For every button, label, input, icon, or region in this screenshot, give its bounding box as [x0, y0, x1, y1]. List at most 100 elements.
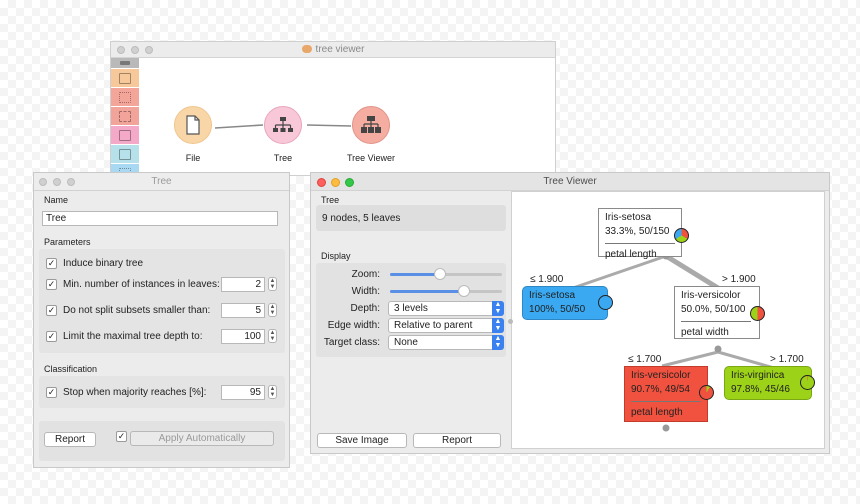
min-instances-value[interactable]: 2 [221, 276, 265, 292]
stop-majority-value[interactable]: 95 [221, 384, 265, 400]
setosa-class: Iris-setosa [529, 290, 576, 301]
min-instances-spinbox[interactable]: 2 ▲ ▼ [221, 276, 277, 292]
report-button[interactable]: Report [413, 433, 501, 448]
edge-versicolor-versicolor2 [661, 350, 719, 368]
depth-select[interactable]: 3 levels ▲ ▼ [388, 301, 504, 316]
max-depth-spinbox[interactable]: 100 ▲ ▼ [221, 328, 277, 344]
min-split-row[interactable]: ✓ Do not split subsets smaller than: [46, 302, 210, 318]
file-icon [174, 106, 212, 144]
edge-label-le-1-7: ≤ 1.700 [628, 354, 662, 365]
setosa-stats: 100%, 50/50 [529, 304, 586, 315]
edge-width-value: Relative to parent [394, 320, 473, 331]
name-section-label: Name [44, 195, 69, 205]
stop-majority-row[interactable]: ✓ Stop when majority reaches [%]: [46, 384, 206, 400]
max-depth-stepper-icon[interactable]: ▲ ▼ [268, 329, 277, 343]
versicolor2-class: Iris-versicolor [631, 370, 691, 381]
depth-value: 3 levels [394, 303, 428, 314]
zoom-slider-fill [390, 273, 440, 276]
parameters-section-label: Parameters [44, 237, 91, 247]
stop-majority-stepper-icon[interactable]: ▲ ▼ [268, 385, 277, 399]
save-image-button[interactable]: Save Image [317, 433, 407, 448]
tree-node-versicolor[interactable]: Iris-versicolor 50.0%, 50/100 petal widt… [674, 286, 760, 339]
tree-window-titlebar: Tree [34, 173, 289, 191]
tree-icon [264, 106, 302, 144]
classification-section-label: Classification [44, 364, 98, 374]
max-depth-value[interactable]: 100 [221, 328, 265, 344]
versicolor-pie-icon [750, 306, 765, 321]
display-box: Zoom: Width: Depth: 3 levels ▲ ▼ Edge widt… [316, 263, 506, 357]
min-instances-label: Min. number of instances in leaves: [63, 278, 220, 290]
binary-tree-row[interactable]: ✓ Induce binary tree [46, 255, 143, 271]
virginica-stats: 97.8%, 45/46 [731, 384, 790, 395]
tree-canvas[interactable]: Iris-setosa 33.3%, 50/150 petal length ≤… [511, 191, 825, 449]
tree-viewer-node[interactable]: Tree Viewer [341, 106, 401, 163]
tree-node-root[interactable]: Iris-setosa 33.3%, 50/150 petal length [598, 208, 682, 260]
tree-viewer-window: Tree Viewer Tree 9 nodes, 5 leaves Displ… [310, 172, 830, 454]
tree-node-virginica[interactable]: Iris-virginica 97.8%, 45/46 [724, 366, 812, 400]
zoom-slider[interactable] [390, 268, 502, 280]
edge-width-label: Edge width: [327, 320, 380, 331]
max-depth-row[interactable]: ✓ Limit the maximal tree depth to: [46, 328, 203, 344]
target-class-row: Target class: None ▲ ▼ [316, 335, 506, 350]
tree-info-box: 9 nodes, 5 leaves [316, 205, 506, 231]
workflow-canvas-window: tree viewer File Tree Tree Viewer [110, 41, 556, 176]
min-instances-stepper-icon[interactable]: ▲ ▼ [268, 277, 277, 291]
stop-majority-spinbox[interactable]: 95 ▲ ▼ [221, 384, 277, 400]
tree-node-label: Tree [273, 153, 293, 163]
versicolor-split: petal width [681, 327, 729, 338]
target-class-select[interactable]: None ▲ ▼ [388, 335, 504, 350]
tree-viewer-title: Tree Viewer [543, 176, 597, 187]
tree-window-title: Tree [151, 176, 172, 187]
binary-tree-label: Induce binary tree [63, 257, 144, 269]
link-file-tree[interactable] [214, 124, 264, 129]
min-split-stepper-icon[interactable]: ▲ ▼ [268, 303, 277, 317]
tree-widget-window: Tree Name Tree Parameters ✓ Induce binar… [33, 172, 290, 468]
target-class-value: None [394, 337, 418, 348]
stop-majority-checkbox[interactable]: ✓ [46, 386, 57, 398]
tree-node-versicolor-2[interactable]: Iris-versicolor 90.7%, 49/54 petal lengt… [624, 366, 708, 422]
edge-label-gt-1-9: > 1.900 [722, 274, 756, 285]
report-button[interactable]: Report [44, 432, 96, 447]
min-split-spinbox[interactable]: 5 ▲ ▼ [221, 302, 277, 318]
min-instances-row[interactable]: ✓ Min. number of instances in leaves: [46, 276, 220, 292]
root-pie-icon [674, 228, 689, 243]
tree-node[interactable]: Tree [257, 106, 309, 163]
min-split-checkbox[interactable]: ✓ [46, 304, 57, 316]
chevron-updown-icon: ▲ ▼ [492, 318, 504, 333]
tree-viewer-titlebar: Tree Viewer [311, 173, 829, 191]
auto-apply-checkbox[interactable]: ✓ [116, 431, 127, 442]
file-node-label: File [185, 153, 201, 163]
edge-width-select[interactable]: Relative to parent ▲ ▼ [388, 318, 504, 333]
width-slider-fill [390, 290, 464, 293]
tree-viewer-icon [352, 106, 390, 144]
root-stats: 33.3%, 50/150 [605, 226, 670, 237]
max-depth-label: Limit the maximal tree depth to: [63, 330, 203, 342]
width-slider[interactable] [390, 285, 502, 297]
depth-label: Depth: [350, 303, 380, 314]
apply-automatically-button[interactable]: Apply Automatically [130, 431, 274, 446]
min-split-value[interactable]: 5 [221, 302, 265, 318]
depth-row: Depth: 3 levels ▲ ▼ [316, 301, 506, 316]
file-node[interactable]: File [169, 106, 217, 163]
tree-viewer-controls: Tree 9 nodes, 5 leaves Display Zoom: Wid… [311, 191, 511, 453]
versicolor-collapse-handle[interactable] [714, 345, 722, 353]
zoom-slider-handle[interactable] [434, 268, 446, 280]
zoom-row: Zoom: [316, 267, 506, 282]
versicolor-class: Iris-versicolor [681, 290, 741, 301]
versicolor2-divider [631, 401, 701, 402]
max-depth-checkbox[interactable]: ✓ [46, 330, 57, 342]
edge-label-gt-1-7: > 1.700 [770, 354, 804, 365]
splitter-handle[interactable] [508, 319, 513, 324]
root-split: petal length [605, 249, 657, 260]
versicolor2-stats: 90.7%, 49/54 [631, 384, 690, 395]
width-slider-handle[interactable] [458, 285, 470, 297]
versicolor2-collapse-handle[interactable] [662, 424, 670, 432]
width-row: Width: [316, 284, 506, 299]
virginica-class: Iris-virginica [731, 370, 785, 381]
chevron-updown-icon: ▲ ▼ [492, 301, 504, 316]
virginica-pie-icon [800, 375, 815, 390]
tree-node-setosa[interactable]: Iris-setosa 100%, 50/50 [522, 286, 608, 320]
binary-tree-checkbox[interactable]: ✓ [46, 257, 57, 269]
min-instances-checkbox[interactable]: ✓ [46, 278, 57, 290]
name-input[interactable]: Tree [42, 211, 278, 226]
